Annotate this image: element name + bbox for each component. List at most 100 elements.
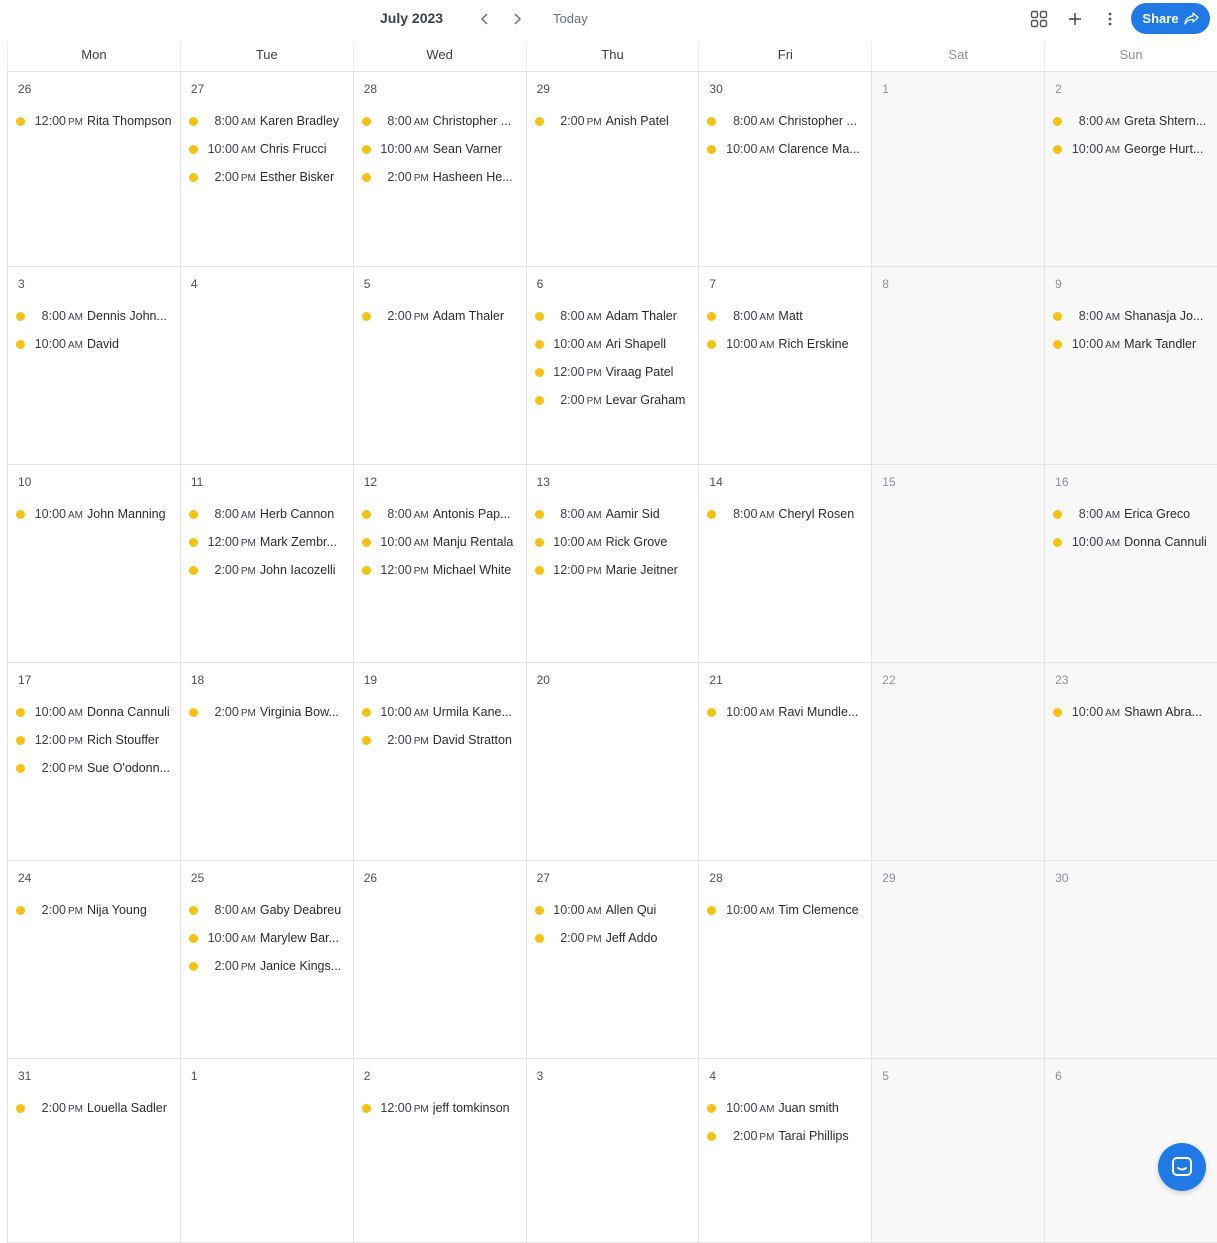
calendar-event[interactable]: 8:00 AM Aamir Sid: [534, 500, 695, 528]
day-cell[interactable]: 28 10:00 AM Tim Clemence: [698, 861, 872, 1059]
day-cell[interactable]: 3 8:00 AM Dennis John... 10:00 AM David: [7, 267, 180, 465]
day-cell[interactable]: 9 8:00 AM Shanasja Jo... 10:00 AM Mark Tandler: [1044, 267, 1217, 465]
calendar-event[interactable]: 10:00 AM Shawn Abra...: [1053, 698, 1213, 726]
day-cell[interactable]: 13 8:00 AM Aamir Sid 10:00 AM Rick Grove 12:00 P…: [525, 465, 699, 663]
day-cell[interactable]: 6 8:00 AM Adam Thaler 10:00 AM Ari Shapell 12:0…: [525, 267, 699, 465]
day-cell[interactable]: 21 10:00 AM Ravi Mundle...: [698, 663, 872, 861]
add-event-button[interactable]: [1064, 8, 1086, 30]
day-cell[interactable]: 26: [352, 861, 526, 1059]
calendar-event[interactable]: 2:00 PM Esther Bisker: [188, 163, 349, 191]
day-cell[interactable]: 18 2:00 PM Virginia Bow...: [179, 663, 353, 861]
day-cell[interactable]: 12 8:00 AM Antonis Pap... 10:00 AM Manju Renta…: [352, 465, 526, 663]
calendar-event[interactable]: 10:00 AM George Hurt...: [1053, 135, 1213, 163]
calendar-event[interactable]: 10:00 AM John Manning: [16, 500, 176, 528]
calendar-event[interactable]: 8:00 AM Antonis Pap...: [361, 500, 522, 528]
calendar-event[interactable]: 2:00 PM Virginia Bow...: [188, 698, 349, 726]
day-cell[interactable]: 16 8:00 AM Erica Greco 10:00 AM Donna Cannuli: [1044, 465, 1217, 663]
day-cell[interactable]: 19 10:00 AM Urmila Kane... 2:00 PM David Strat…: [352, 663, 526, 861]
calendar-event[interactable]: 8:00 AM Adam Thaler: [534, 302, 695, 330]
day-cell[interactable]: 30: [1044, 861, 1217, 1059]
day-cell[interactable]: 29 2:00 PM Anish Patel: [525, 72, 699, 267]
calendar-event[interactable]: 10:00 AM Chris Frucci: [188, 135, 349, 163]
calendar-event[interactable]: 2:00 PM Hasheen He...: [361, 163, 522, 191]
day-cell[interactable]: 28 8:00 AM Christopher ... 10:00 AM Sean Varne…: [352, 72, 526, 267]
calendar-event[interactable]: 10:00 AM Manju Rentala: [361, 528, 522, 556]
calendar-event[interactable]: 2:00 PM Anish Patel: [534, 107, 695, 135]
prev-month-button[interactable]: [475, 9, 495, 29]
calendar-event[interactable]: 12:00 PM Michael White: [361, 556, 522, 584]
calendar-event[interactable]: 12:00 PM Rita Thompson: [16, 107, 176, 135]
calendar-event[interactable]: 10:00 AM Mark Tandler: [1053, 330, 1213, 358]
calendar-event[interactable]: 8:00 AM Dennis John...: [16, 302, 176, 330]
calendar-event[interactable]: 12:00 PM Marie Jeitner: [534, 556, 695, 584]
day-cell[interactable]: 15: [871, 465, 1045, 663]
calendar-event[interactable]: 10:00 AM Tim Clemence: [707, 896, 867, 924]
day-cell[interactable]: 4 10:00 AM Juan smith 2:00 PM Tarai Phillips: [698, 1059, 872, 1243]
day-cell[interactable]: 14 8:00 AM Cheryl Rosen: [698, 465, 872, 663]
calendar-event[interactable]: 2:00 PM Jeff Addo: [534, 924, 695, 952]
calendar-event[interactable]: 10:00 AM Rick Grove: [534, 528, 695, 556]
day-cell[interactable]: 5 2:00 PM Adam Thaler: [352, 267, 526, 465]
day-cell[interactable]: 7 8:00 AM Matt 10:00 AM Rich Erskine: [698, 267, 872, 465]
calendar-event[interactable]: 8:00 AM Greta Shtern...: [1053, 107, 1213, 135]
calendar-event[interactable]: 2:00 PM Louella Sadler: [16, 1094, 176, 1122]
day-cell[interactable]: 11 8:00 AM Herb Cannon 12:00 PM Mark Zembr... 2…: [179, 465, 353, 663]
today-button[interactable]: Today: [553, 11, 588, 26]
day-cell[interactable]: 1: [179, 1059, 353, 1243]
day-cell[interactable]: 26 12:00 PM Rita Thompson: [7, 72, 180, 267]
day-cell[interactable]: 31 2:00 PM Louella Sadler: [7, 1059, 180, 1243]
calendar-event[interactable]: 10:00 AM Sean Varner: [361, 135, 522, 163]
day-cell[interactable]: 1: [871, 72, 1045, 267]
day-cell[interactable]: 30 8:00 AM Christopher ... 10:00 AM Clarence M…: [698, 72, 872, 267]
calendar-event[interactable]: 10:00 AM Ari Shapell: [534, 330, 695, 358]
calendar-event[interactable]: 2:00 PM Janice Kings...: [188, 952, 349, 980]
calendar-event[interactable]: 8:00 AM Karen Bradley: [188, 107, 349, 135]
calendar-event[interactable]: 8:00 AM Christopher ...: [361, 107, 522, 135]
calendar-event[interactable]: 10:00 AM Donna Cannuli: [16, 698, 176, 726]
more-options-button[interactable]: [1099, 8, 1121, 30]
calendar-event[interactable]: 8:00 AM Shanasja Jo...: [1053, 302, 1213, 330]
calendar-event[interactable]: 2:00 PM Tarai Phillips: [707, 1122, 867, 1150]
calendar-event[interactable]: 2:00 PM Nija Young: [16, 896, 176, 924]
calendar-event[interactable]: 8:00 AM Herb Cannon: [188, 500, 349, 528]
day-cell[interactable]: 27 8:00 AM Karen Bradley 10:00 AM Chris Frucci…: [179, 72, 353, 267]
day-cell[interactable]: 2 12:00 PM jeff tomkinson: [352, 1059, 526, 1243]
day-cell[interactable]: 8: [871, 267, 1045, 465]
day-cell[interactable]: 4: [179, 267, 353, 465]
calendar-event[interactable]: 2:00 PM Sue O'odonn...: [16, 754, 176, 782]
calendar-event[interactable]: 10:00 AM Juan smith: [707, 1094, 867, 1122]
day-cell[interactable]: 2 8:00 AM Greta Shtern... 10:00 AM George Hurt…: [1044, 72, 1217, 267]
day-cell[interactable]: 22: [871, 663, 1045, 861]
view-switch-button[interactable]: [1028, 8, 1050, 30]
calendar-event[interactable]: 8:00 AM Gaby Deabreu: [188, 896, 349, 924]
calendar-event[interactable]: 12:00 PM Rich Stouffer: [16, 726, 176, 754]
calendar-event[interactable]: 2:00 PM Levar Graham: [534, 386, 695, 414]
calendar-event[interactable]: 10:00 AM Marylew Bar...: [188, 924, 349, 952]
calendar-event[interactable]: 10:00 AM Urmila Kane...: [361, 698, 522, 726]
calendar-event[interactable]: 2:00 PM John Iacozelli: [188, 556, 349, 584]
day-cell[interactable]: 24 2:00 PM Nija Young: [7, 861, 180, 1059]
calendar-event[interactable]: 8:00 AM Christopher ...: [707, 107, 867, 135]
calendar-event[interactable]: 10:00 AM Clarence Ma...: [707, 135, 867, 163]
day-cell[interactable]: 27 10:00 AM Allen Qui 2:00 PM Jeff Addo: [525, 861, 699, 1059]
share-button[interactable]: Share: [1131, 3, 1210, 34]
day-cell[interactable]: 5: [871, 1059, 1045, 1243]
day-cell[interactable]: 23 10:00 AM Shawn Abra...: [1044, 663, 1217, 861]
day-cell[interactable]: 25 8:00 AM Gaby Deabreu 10:00 AM Marylew Bar..…: [179, 861, 353, 1059]
calendar-event[interactable]: 12:00 PM Mark Zembr...: [188, 528, 349, 556]
calendar-event[interactable]: 8:00 AM Erica Greco: [1053, 500, 1213, 528]
calendar-event[interactable]: 10:00 AM Rich Erskine: [707, 330, 867, 358]
day-cell[interactable]: 29: [871, 861, 1045, 1059]
calendar-event[interactable]: 2:00 PM Adam Thaler: [361, 302, 522, 330]
calendar-event[interactable]: 8:00 AM Matt: [707, 302, 867, 330]
calendar-event[interactable]: 12:00 PM Viraag Patel: [534, 358, 695, 386]
day-cell[interactable]: 20: [525, 663, 699, 861]
calendar-event[interactable]: 2:00 PM David Stratton: [361, 726, 522, 754]
calendar-event[interactable]: 10:00 AM Ravi Mundle...: [707, 698, 867, 726]
day-cell[interactable]: 3: [525, 1059, 699, 1243]
chat-launcher-button[interactable]: [1158, 1143, 1206, 1191]
calendar-event[interactable]: 8:00 AM Cheryl Rosen: [707, 500, 867, 528]
next-month-button[interactable]: [507, 9, 527, 29]
day-cell[interactable]: 17 10:00 AM Donna Cannuli 12:00 PM Rich Stouff…: [7, 663, 180, 861]
calendar-event[interactable]: 10:00 AM Allen Qui: [534, 896, 695, 924]
